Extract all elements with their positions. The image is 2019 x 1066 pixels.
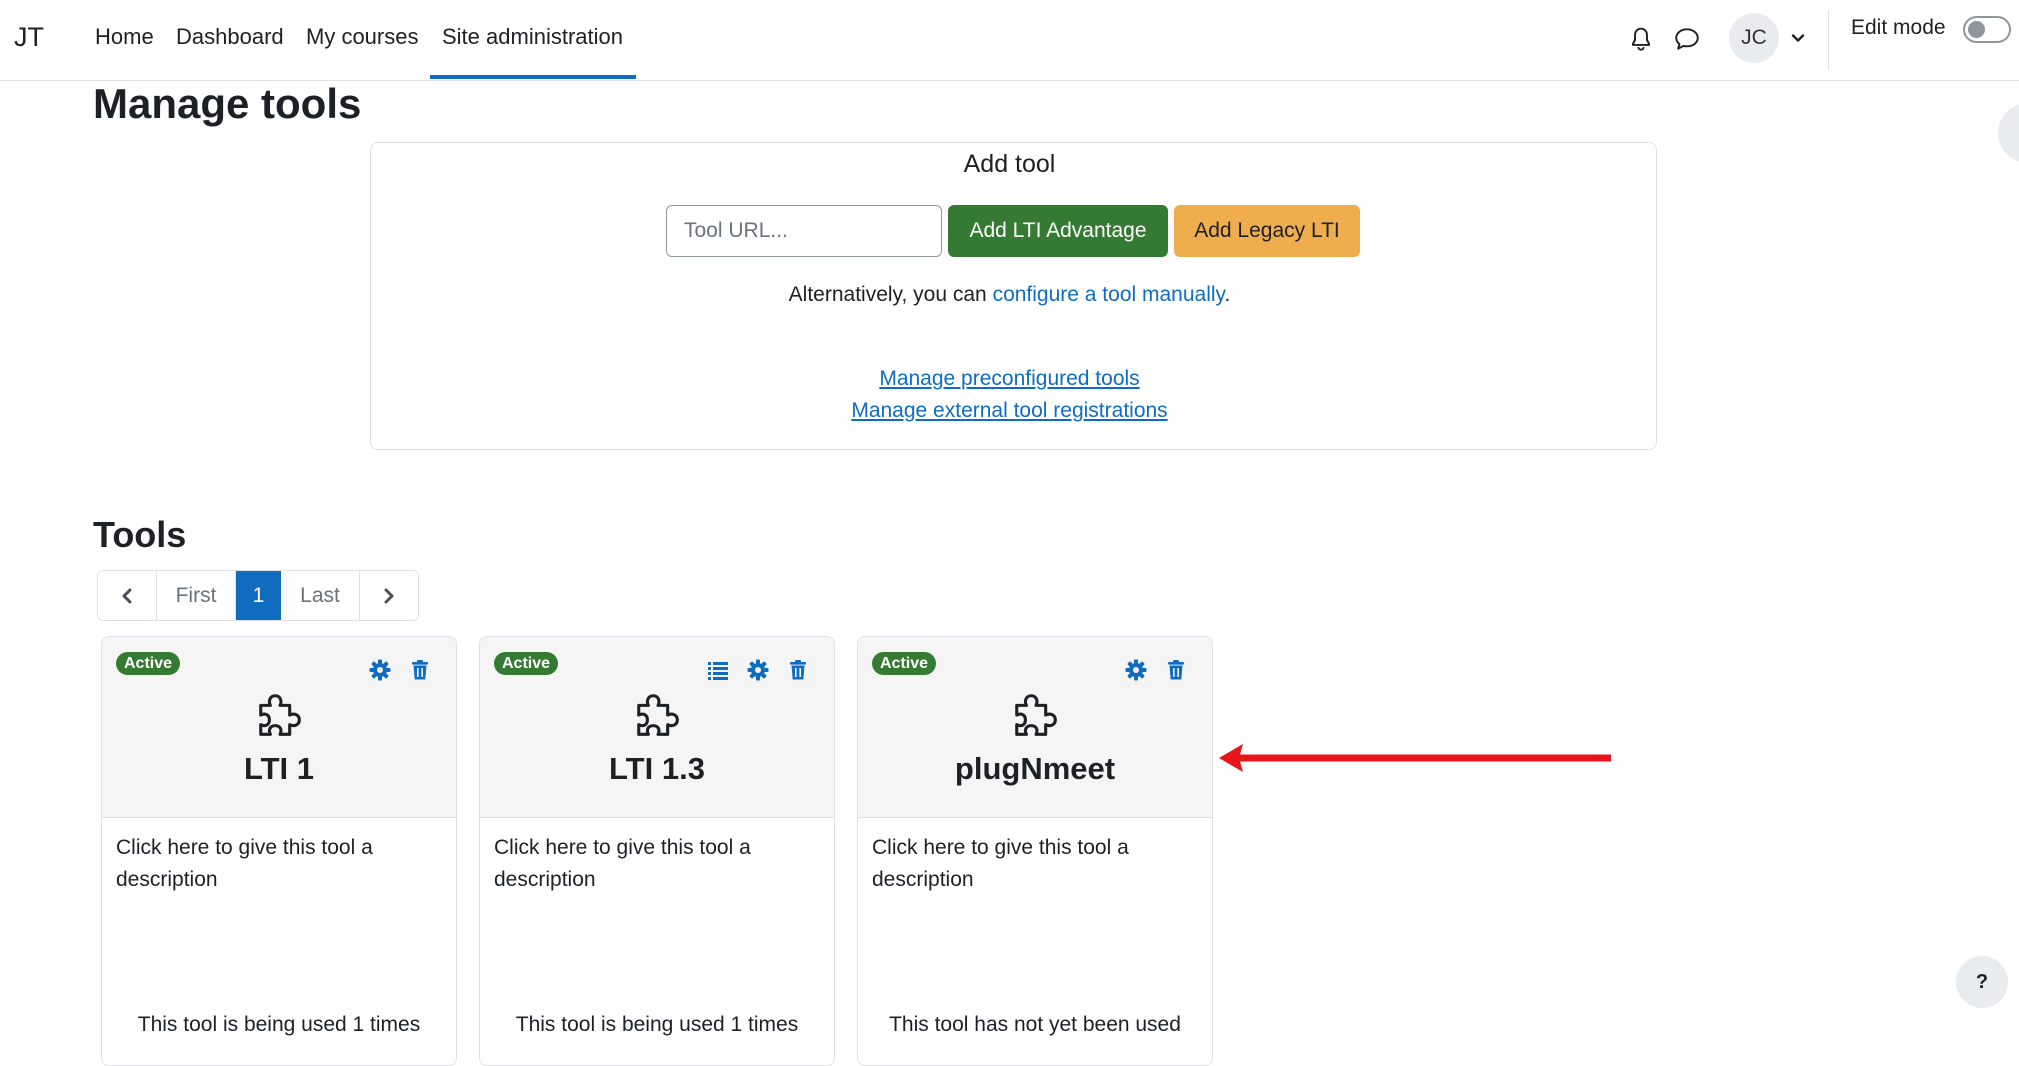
tool-card-header: Active LTI 1 bbox=[102, 637, 456, 818]
user-avatar[interactable]: JC bbox=[1729, 13, 1779, 63]
top-navbar: JT Home Dashboard My courses Site admini… bbox=[0, 0, 2019, 81]
tool-name: plugNmeet bbox=[954, 751, 1116, 786]
alternative-prefix: Alternatively, you can bbox=[788, 283, 993, 306]
gear-icon[interactable] bbox=[746, 658, 770, 682]
annotation-arrow-icon bbox=[1219, 744, 1611, 772]
help-button[interactable]: ? bbox=[1956, 956, 2008, 1008]
pagination-next[interactable] bbox=[360, 571, 418, 620]
tool-usage: This tool is being used 1 times bbox=[137, 1013, 421, 1036]
nav-item-dashboard[interactable]: Dashboard bbox=[176, 24, 284, 50]
tool-url-input[interactable] bbox=[666, 205, 942, 257]
edit-mode-toggle[interactable] bbox=[1963, 16, 2011, 43]
puzzle-piece-icon bbox=[637, 694, 679, 736]
tool-name: LTI 1 bbox=[243, 751, 315, 786]
tool-card-header: Active plugNmeet bbox=[858, 637, 1212, 818]
puzzle-piece-icon bbox=[259, 694, 301, 736]
gear-icon[interactable] bbox=[368, 658, 392, 682]
pagination-current-page[interactable]: 1 bbox=[236, 571, 281, 620]
manage-preconfigured-tools-link[interactable]: Manage preconfigured tools bbox=[0, 367, 2019, 391]
tool-description[interactable]: Click here to give this tool a descripti… bbox=[494, 832, 814, 896]
tool-card-lti-1[interactable]: Active LTI 1 Click here to give this too… bbox=[101, 636, 457, 1066]
tool-card-lti-1-3[interactable]: Active LTI 1.3 Click here to give this t… bbox=[479, 636, 835, 1066]
pagination-previous[interactable] bbox=[98, 571, 157, 620]
trash-icon[interactable] bbox=[1164, 658, 1188, 682]
tool-description[interactable]: Click here to give this tool a descripti… bbox=[116, 832, 436, 896]
navbar-divider bbox=[1828, 10, 1829, 70]
trash-icon[interactable] bbox=[408, 658, 432, 682]
status-badge: Active bbox=[494, 652, 559, 675]
tools-heading: Tools bbox=[93, 514, 187, 555]
add-tool-title: Add tool bbox=[963, 150, 1056, 178]
status-badge: Active bbox=[116, 652, 181, 675]
add-lti-advantage-button[interactable]: Add LTI Advantage bbox=[948, 205, 1168, 257]
pagination-first[interactable]: First bbox=[157, 571, 236, 620]
active-nav-indicator bbox=[430, 75, 636, 79]
alternative-text: Alternatively, you can configure a tool … bbox=[0, 283, 2019, 307]
messages-chat-icon[interactable] bbox=[1673, 26, 1701, 52]
nav-item-site-administration[interactable]: Site administration bbox=[442, 24, 623, 50]
toggle-knob bbox=[1968, 21, 1985, 38]
list-icon[interactable] bbox=[706, 658, 730, 682]
notifications-bell-icon[interactable] bbox=[1628, 26, 1654, 52]
tool-card-plugnmeet[interactable]: Active plugNmeet Click here to give this… bbox=[857, 636, 1213, 1066]
gear-icon[interactable] bbox=[1124, 658, 1148, 682]
chevron-down-icon[interactable] bbox=[1790, 30, 1806, 46]
pagination-last[interactable]: Last bbox=[281, 571, 360, 620]
add-legacy-lti-button[interactable]: Add Legacy LTI bbox=[1174, 205, 1360, 257]
chevron-right-icon bbox=[384, 588, 394, 603]
alternative-suffix: . bbox=[1224, 283, 1231, 306]
tool-name: LTI 1.3 bbox=[609, 751, 705, 786]
manage-external-registrations-link[interactable]: Manage external tool registrations bbox=[0, 399, 2019, 423]
page-title: Manage tools bbox=[93, 80, 362, 127]
nav-item-home[interactable]: Home bbox=[95, 24, 154, 50]
status-badge: Active bbox=[872, 652, 937, 675]
pagination: First 1 Last bbox=[97, 570, 419, 621]
tool-description[interactable]: Click here to give this tool a descripti… bbox=[872, 832, 1192, 896]
configure-manually-link[interactable]: configure a tool manually bbox=[993, 283, 1225, 306]
tool-usage: This tool has not yet been used bbox=[889, 1013, 1181, 1036]
puzzle-piece-icon bbox=[1015, 694, 1057, 736]
nav-item-my-courses[interactable]: My courses bbox=[306, 24, 418, 50]
chevron-left-icon bbox=[122, 588, 132, 603]
edit-mode-label: Edit mode bbox=[1851, 16, 1946, 39]
site-brand[interactable]: JT bbox=[14, 22, 44, 53]
trash-icon[interactable] bbox=[786, 658, 810, 682]
tool-card-header: Active LTI 1.3 bbox=[480, 637, 834, 818]
tool-usage: This tool is being used 1 times bbox=[515, 1013, 799, 1036]
